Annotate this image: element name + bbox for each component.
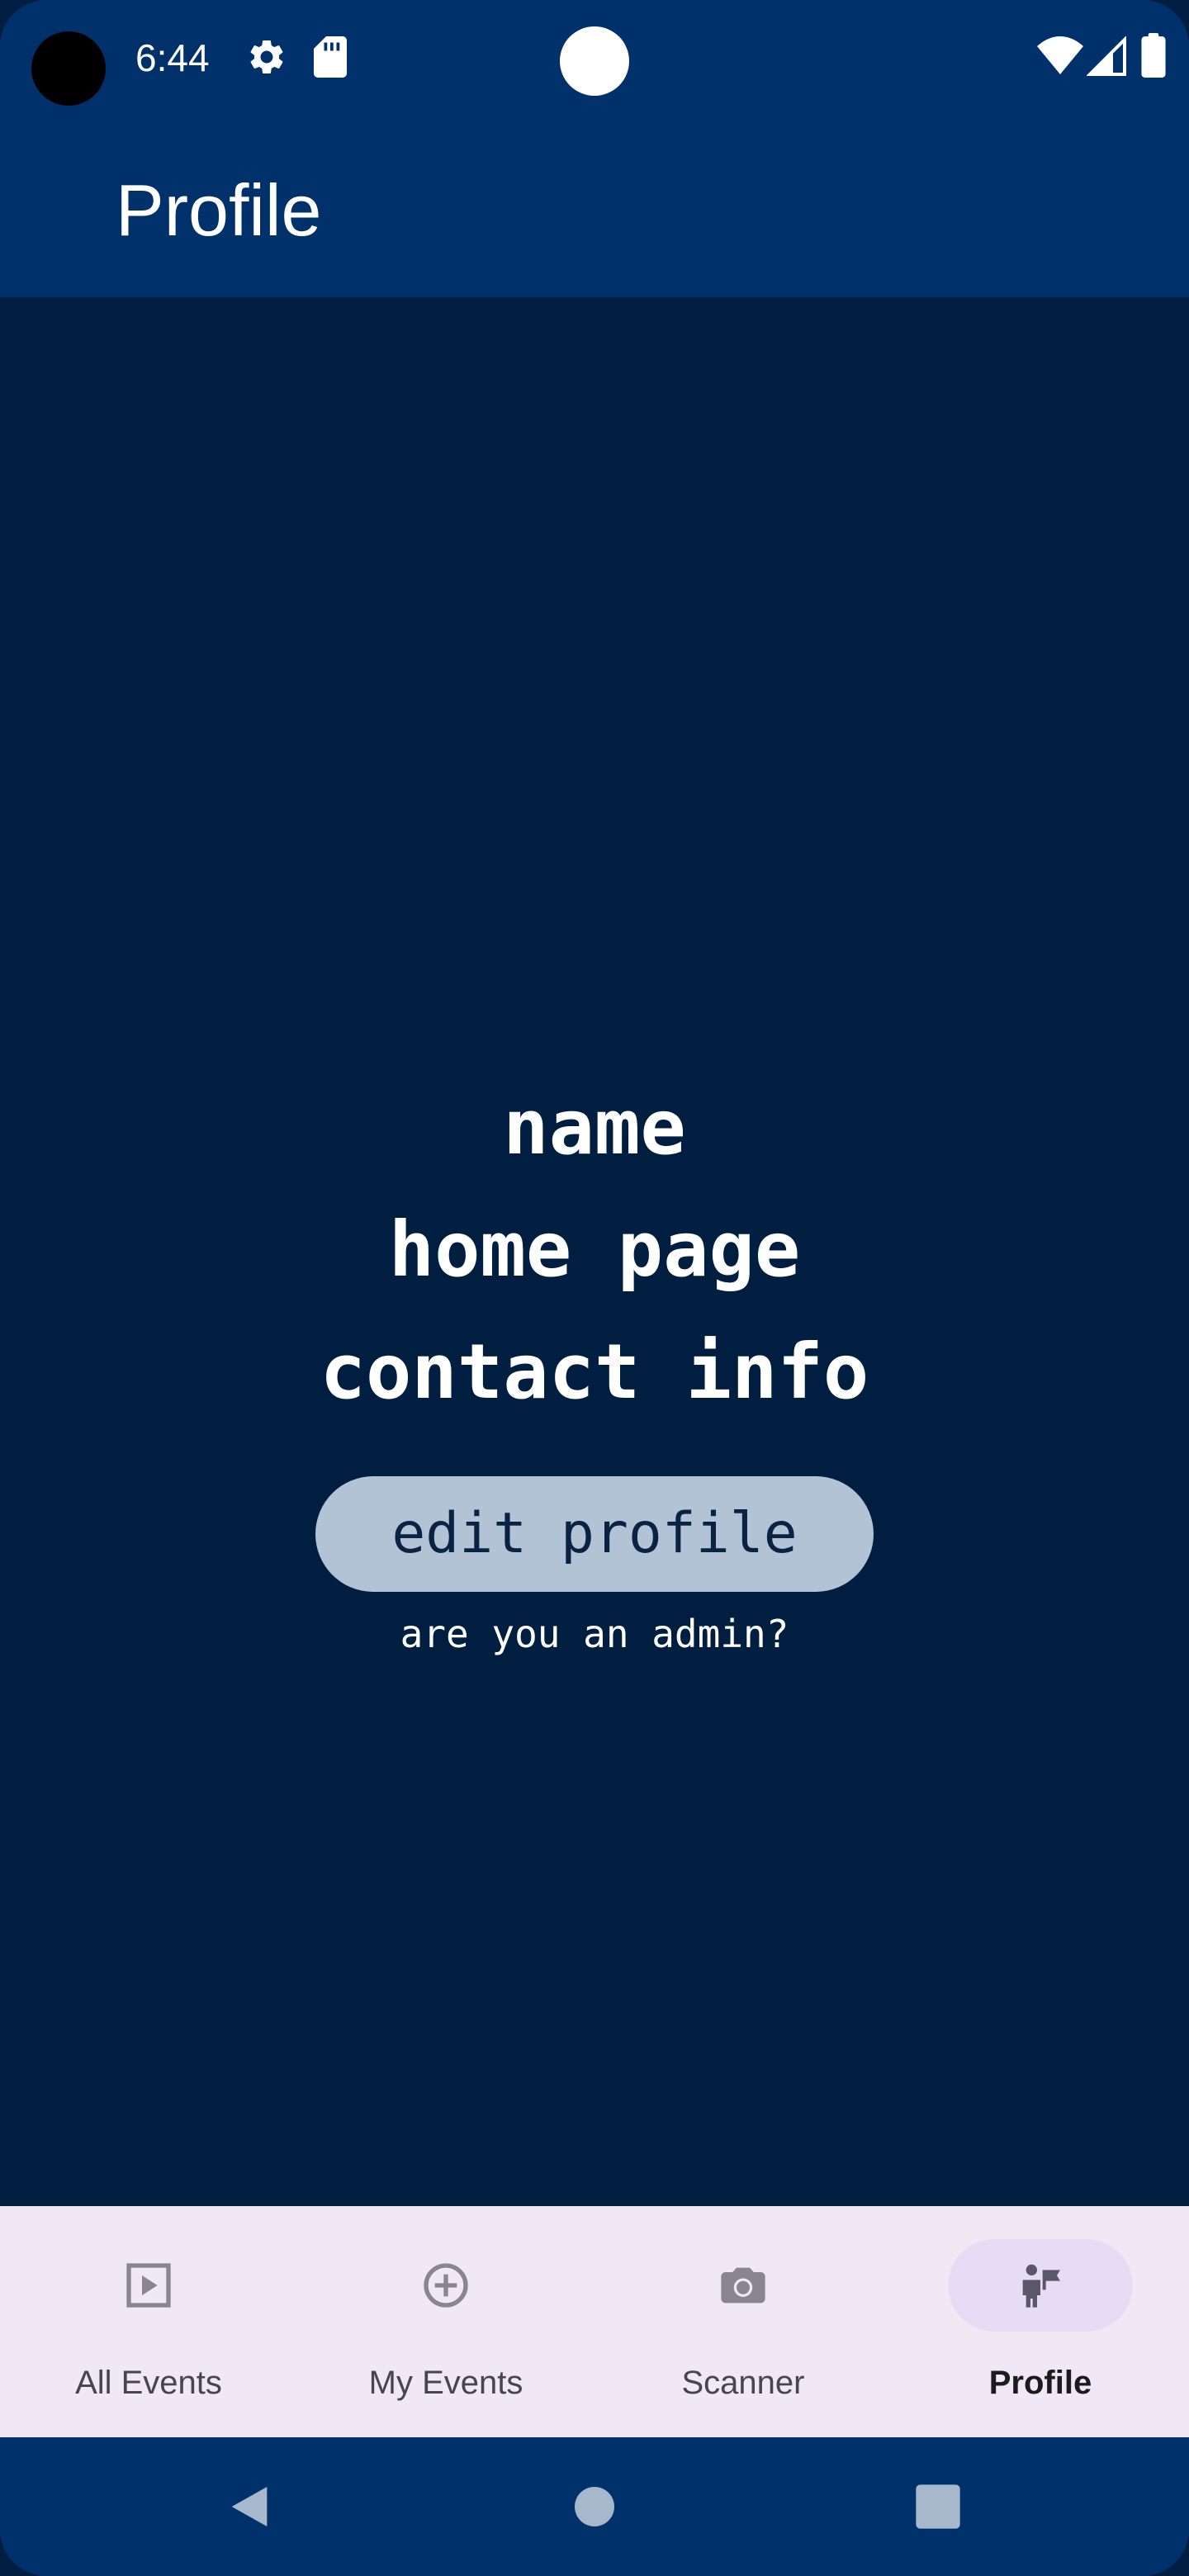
sd-card-icon [314,36,347,78]
cell-signal-icon [1087,36,1126,76]
battery-icon [1141,33,1166,78]
gear-icon [250,40,283,73]
nav-item-all-events[interactable]: All Events [0,2206,297,2437]
person-flag-icon [1022,2264,1060,2308]
page-title: Profile [116,169,322,251]
nav-item-my-events[interactable]: My Events [297,2206,594,2437]
nav-label: Scanner [681,2365,805,2401]
play-square-icon [126,2263,171,2308]
nav-active-indicator [948,2239,1133,2332]
recents-icon[interactable] [912,2480,964,2533]
camera-cutout-icon [31,31,106,106]
back-icon[interactable] [223,2480,276,2533]
screen: 6:44 Profile name home page contact info… [0,0,1189,2576]
status-bar: 6:44 [0,0,1189,116]
admin-link[interactable]: are you an admin? [0,1605,1189,1663]
nav-icon-container [651,2239,836,2332]
home-icon[interactable] [568,2480,621,2533]
nav-icon-container [353,2239,538,2332]
status-time: 6:44 [135,36,210,79]
bottom-navigation: All Events My Events Scanner Profile [0,2206,1189,2437]
nav-label: My Events [368,2365,523,2401]
edit-profile-button[interactable]: edit profile [315,1476,874,1592]
nav-item-profile[interactable]: Profile [892,2206,1189,2437]
profile-contact-info: contact info [320,1328,869,1416]
nav-label: Profile [988,2365,1092,2401]
nav-label: All Events [75,2365,222,2401]
nav-item-scanner[interactable]: Scanner [594,2206,892,2437]
add-circle-icon [424,2263,468,2308]
nav-icon-container [56,2239,241,2332]
front-camera-icon [560,26,629,96]
top-app-area: 6:44 Profile [0,0,1189,297]
camera-icon [721,2267,765,2304]
profile-name: name [503,1083,686,1172]
system-navigation-bar [0,2437,1189,2576]
profile-home-page: home page [388,1205,801,1294]
wifi-icon [1037,36,1083,74]
